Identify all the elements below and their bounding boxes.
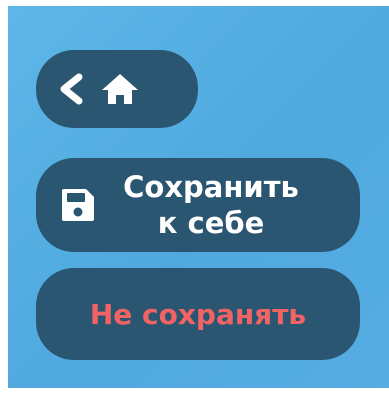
floppy-disk-icon: [60, 187, 96, 223]
dont-save-label: Не сохранять: [89, 297, 307, 331]
dont-save-button[interactable]: Не сохранять: [36, 268, 360, 360]
save-button-label: Сохранить к себе: [106, 169, 316, 241]
chevron-left-icon: [58, 72, 84, 106]
menu-panel: Сохранить к себе Не сохранять: [8, 6, 389, 388]
save-to-self-button[interactable]: Сохранить к себе: [36, 158, 360, 252]
back-home-button[interactable]: [36, 50, 198, 128]
save-label-line1: Сохранить: [123, 170, 299, 204]
save-label-line2: к себе: [157, 206, 265, 240]
home-icon: [100, 72, 140, 106]
